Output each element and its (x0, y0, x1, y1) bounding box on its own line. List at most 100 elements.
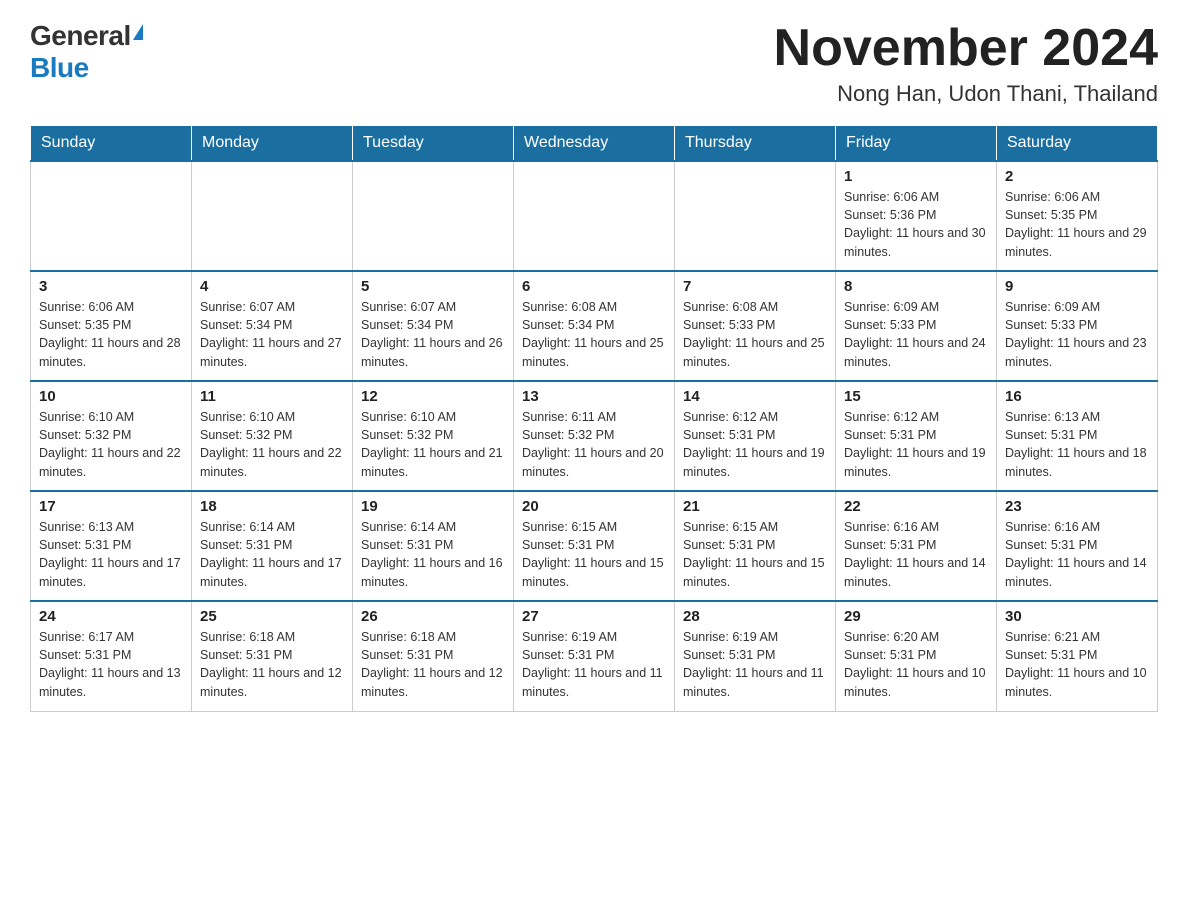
day-number: 29 (844, 608, 988, 625)
logo-general-text: General (30, 20, 131, 52)
day-info: Sunrise: 6:10 AMSunset: 5:32 PMDaylight:… (39, 408, 183, 481)
week-row-2: 3Sunrise: 6:06 AMSunset: 5:35 PMDaylight… (31, 271, 1158, 381)
calendar-cell: 10Sunrise: 6:10 AMSunset: 5:32 PMDayligh… (31, 381, 192, 491)
logo: General Blue (30, 20, 143, 84)
day-number: 12 (361, 388, 505, 405)
calendar-cell (514, 161, 675, 271)
day-number: 28 (683, 608, 827, 625)
day-number: 2 (1005, 168, 1149, 185)
title-block: November 2024 Nong Han, Udon Thani, Thai… (774, 20, 1158, 107)
day-info: Sunrise: 6:13 AMSunset: 5:31 PMDaylight:… (39, 518, 183, 591)
day-info: Sunrise: 6:14 AMSunset: 5:31 PMDaylight:… (200, 518, 344, 591)
day-number: 19 (361, 498, 505, 515)
day-number: 8 (844, 278, 988, 295)
calendar-cell (192, 161, 353, 271)
week-row-1: 1Sunrise: 6:06 AMSunset: 5:36 PMDaylight… (31, 161, 1158, 271)
day-number: 13 (522, 388, 666, 405)
weekday-header-wednesday: Wednesday (514, 126, 675, 162)
weekday-header-row: SundayMondayTuesdayWednesdayThursdayFrid… (31, 126, 1158, 162)
day-number: 6 (522, 278, 666, 295)
weekday-header-thursday: Thursday (675, 126, 836, 162)
day-info: Sunrise: 6:08 AMSunset: 5:34 PMDaylight:… (522, 298, 666, 371)
logo-triangle-icon (133, 24, 143, 40)
day-info: Sunrise: 6:15 AMSunset: 5:31 PMDaylight:… (522, 518, 666, 591)
calendar-cell: 16 Sunrise: 6:13 AMSunset: 5:31 PMDayligh… (997, 381, 1158, 491)
day-info: Sunrise: 6:18 AMSunset: 5:31 PMDaylight:… (200, 628, 344, 701)
calendar-table: SundayMondayTuesdayWednesdayThursdayFrid… (30, 125, 1158, 712)
calendar-cell: 11Sunrise: 6:10 AMSunset: 5:32 PMDayligh… (192, 381, 353, 491)
calendar-cell (675, 161, 836, 271)
day-info: Sunrise: 6:19 AMSunset: 5:31 PMDaylight:… (683, 628, 827, 701)
weekday-header-friday: Friday (836, 126, 997, 162)
logo-blue-text: Blue (30, 52, 89, 84)
day-number: 26 (361, 608, 505, 625)
calendar-cell: 7Sunrise: 6:08 AMSunset: 5:33 PMDaylight… (675, 271, 836, 381)
day-number: 15 (844, 388, 988, 405)
calendar-cell: 9Sunrise: 6:09 AMSunset: 5:33 PMDaylight… (997, 271, 1158, 381)
day-number: 3 (39, 278, 183, 295)
day-info: Sunrise: 6:16 AMSunset: 5:31 PMDaylight:… (844, 518, 988, 591)
day-info: Sunrise: 6:09 AMSunset: 5:33 PMDaylight:… (1005, 298, 1149, 371)
day-info: Sunrise: 6:09 AMSunset: 5:33 PMDaylight:… (844, 298, 988, 371)
day-info: Sunrise: 6:21 AMSunset: 5:31 PMDaylight:… (1005, 628, 1149, 701)
week-row-3: 10Sunrise: 6:10 AMSunset: 5:32 PMDayligh… (31, 381, 1158, 491)
day-number: 4 (200, 278, 344, 295)
calendar-cell: 14 Sunrise: 6:12 AMSunset: 5:31 PMDayligh… (675, 381, 836, 491)
calendar-cell: 17 Sunrise: 6:13 AMSunset: 5:31 PMDayligh… (31, 491, 192, 601)
weekday-header-monday: Monday (192, 126, 353, 162)
day-number: 18 (200, 498, 344, 515)
day-number: 14 (683, 388, 827, 405)
day-number: 16 (1005, 388, 1149, 405)
day-info: Sunrise: 6:07 AMSunset: 5:34 PMDaylight:… (361, 298, 505, 371)
calendar-cell: 4 Sunrise: 6:07 AMSunset: 5:34 PMDaylight… (192, 271, 353, 381)
calendar-cell: 12 Sunrise: 6:10 AMSunset: 5:32 PMDayligh… (353, 381, 514, 491)
day-number: 25 (200, 608, 344, 625)
weekday-header-sunday: Sunday (31, 126, 192, 162)
day-info: Sunrise: 6:06 AMSunset: 5:36 PMDaylight:… (844, 188, 988, 261)
calendar-cell: 21 Sunrise: 6:15 AMSunset: 5:31 PMDayligh… (675, 491, 836, 601)
page-header: General Blue November 2024 Nong Han, Udo… (30, 20, 1158, 107)
day-info: Sunrise: 6:20 AMSunset: 5:31 PMDaylight:… (844, 628, 988, 701)
calendar-cell: 13 Sunrise: 6:11 AMSunset: 5:32 PMDayligh… (514, 381, 675, 491)
calendar-cell (353, 161, 514, 271)
calendar-cell: 23 Sunrise: 6:16 AMSunset: 5:31 PMDayligh… (997, 491, 1158, 601)
calendar-cell: 6 Sunrise: 6:08 AMSunset: 5:34 PMDaylight… (514, 271, 675, 381)
day-number: 20 (522, 498, 666, 515)
calendar-cell: 28 Sunrise: 6:19 AMSunset: 5:31 PMDayligh… (675, 601, 836, 711)
day-info: Sunrise: 6:16 AMSunset: 5:31 PMDaylight:… (1005, 518, 1149, 591)
day-info: Sunrise: 6:15 AMSunset: 5:31 PMDaylight:… (683, 518, 827, 591)
day-info: Sunrise: 6:12 AMSunset: 5:31 PMDaylight:… (683, 408, 827, 481)
day-number: 23 (1005, 498, 1149, 515)
calendar-cell: 3Sunrise: 6:06 AMSunset: 5:35 PMDaylight… (31, 271, 192, 381)
calendar-cell: 25 Sunrise: 6:18 AMSunset: 5:31 PMDayligh… (192, 601, 353, 711)
day-number: 24 (39, 608, 183, 625)
month-title: November 2024 (774, 20, 1158, 77)
day-number: 27 (522, 608, 666, 625)
day-info: Sunrise: 6:13 AMSunset: 5:31 PMDaylight:… (1005, 408, 1149, 481)
day-number: 17 (39, 498, 183, 515)
calendar-cell: 5Sunrise: 6:07 AMSunset: 5:34 PMDaylight… (353, 271, 514, 381)
day-info: Sunrise: 6:10 AMSunset: 5:32 PMDaylight:… (361, 408, 505, 481)
day-info: Sunrise: 6:11 AMSunset: 5:32 PMDaylight:… (522, 408, 666, 481)
calendar-cell: 26 Sunrise: 6:18 AMSunset: 5:31 PMDayligh… (353, 601, 514, 711)
calendar-cell: 20 Sunrise: 6:15 AMSunset: 5:31 PMDayligh… (514, 491, 675, 601)
day-info: Sunrise: 6:14 AMSunset: 5:31 PMDaylight:… (361, 518, 505, 591)
calendar-cell: 8 Sunrise: 6:09 AMSunset: 5:33 PMDaylight… (836, 271, 997, 381)
calendar-cell: 30Sunrise: 6:21 AMSunset: 5:31 PMDayligh… (997, 601, 1158, 711)
day-number: 22 (844, 498, 988, 515)
calendar-cell: 1Sunrise: 6:06 AMSunset: 5:36 PMDaylight… (836, 161, 997, 271)
calendar-cell: 22 Sunrise: 6:16 AMSunset: 5:31 PMDayligh… (836, 491, 997, 601)
calendar-cell: 24Sunrise: 6:17 AMSunset: 5:31 PMDayligh… (31, 601, 192, 711)
day-number: 7 (683, 278, 827, 295)
day-info: Sunrise: 6:07 AMSunset: 5:34 PMDaylight:… (200, 298, 344, 371)
week-row-4: 17 Sunrise: 6:13 AMSunset: 5:31 PMDayligh… (31, 491, 1158, 601)
location-title: Nong Han, Udon Thani, Thailand (774, 81, 1158, 107)
weekday-header-saturday: Saturday (997, 126, 1158, 162)
day-info: Sunrise: 6:18 AMSunset: 5:31 PMDaylight:… (361, 628, 505, 701)
day-info: Sunrise: 6:10 AMSunset: 5:32 PMDaylight:… (200, 408, 344, 481)
calendar-cell: 18 Sunrise: 6:14 AMSunset: 5:31 PMDayligh… (192, 491, 353, 601)
day-number: 21 (683, 498, 827, 515)
weekday-header-tuesday: Tuesday (353, 126, 514, 162)
calendar-cell (31, 161, 192, 271)
calendar-cell: 19 Sunrise: 6:14 AMSunset: 5:31 PMDayligh… (353, 491, 514, 601)
